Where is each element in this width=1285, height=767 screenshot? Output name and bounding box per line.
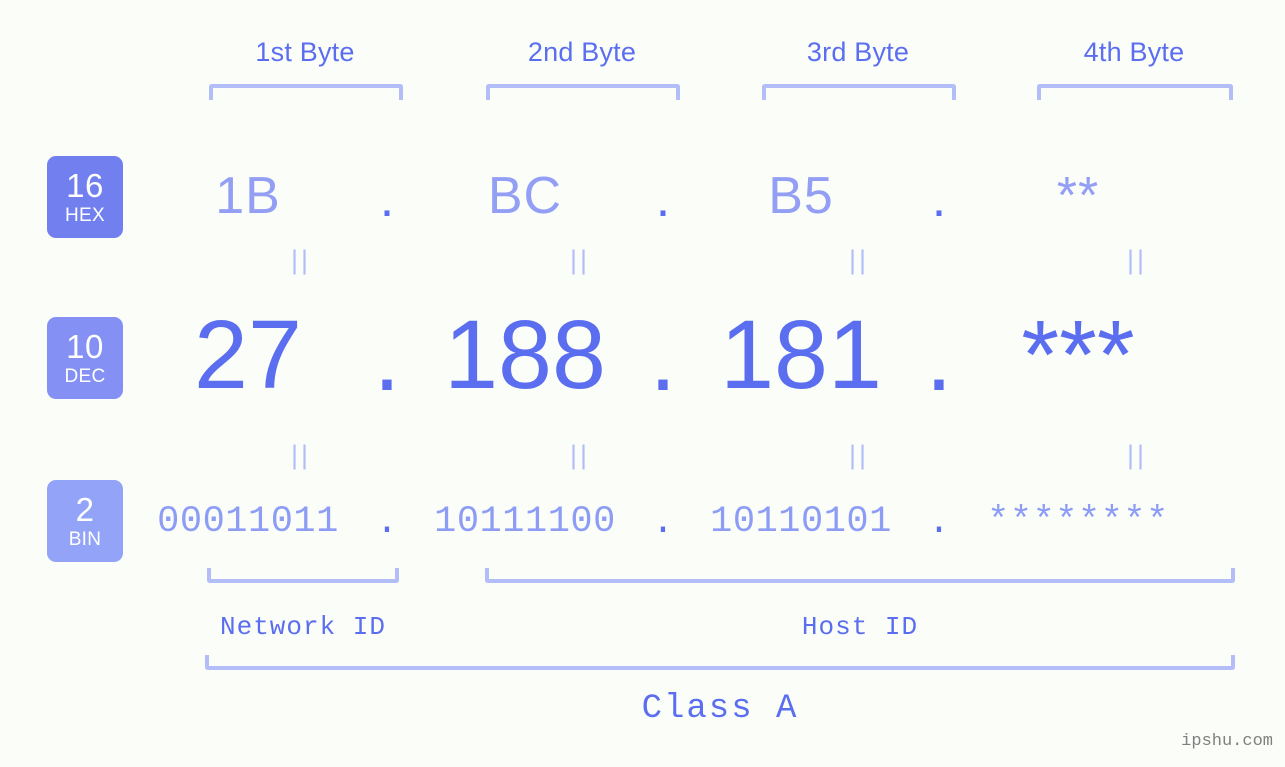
byte-bracket-top-1 bbox=[209, 84, 403, 100]
dec-separator-3: . bbox=[925, 302, 953, 411]
hex-separator-1: . bbox=[379, 170, 395, 228]
dec-separator-1: . bbox=[373, 302, 401, 411]
bin-separator-2: . bbox=[651, 502, 675, 544]
host-id-bracket bbox=[485, 568, 1235, 583]
byte-bracket-top-3 bbox=[762, 84, 956, 100]
base-badge-bin: 2 BIN bbox=[47, 480, 123, 562]
bin-byte-1: 00011011 bbox=[157, 501, 339, 543]
hex-value-row: 1B . BC . B5 . ** bbox=[150, 148, 1285, 244]
byte-header-3: 3rd Byte bbox=[806, 37, 910, 67]
equals-mark-hex-dec-4: || bbox=[1126, 245, 1148, 275]
base-badge-dec-number: 10 bbox=[66, 328, 104, 365]
byte-header-4: 4th Byte bbox=[1083, 37, 1185, 67]
byte-header-2: 2nd Byte bbox=[527, 37, 637, 67]
byte-bracket-top-2 bbox=[486, 84, 680, 100]
base-badge-dec-name: DEC bbox=[64, 366, 106, 387]
hex-separator-2: . bbox=[655, 170, 671, 228]
bin-byte-2: 10111100 bbox=[434, 501, 616, 543]
byte-bracket-top-4 bbox=[1037, 84, 1233, 100]
class-bracket bbox=[205, 655, 1235, 670]
bin-byte-3: 10110101 bbox=[710, 501, 892, 543]
bin-value-row: 00011011 . 10111100 . 10110101 . *******… bbox=[150, 487, 1285, 557]
site-watermark: ipshu.com bbox=[1181, 732, 1273, 751]
base-badge-bin-number: 2 bbox=[75, 491, 95, 528]
base-badge-hex: 16 HEX bbox=[47, 156, 123, 238]
hex-byte-2: BC bbox=[487, 167, 563, 225]
hex-byte-1: 1B bbox=[215, 167, 281, 225]
equals-mark-dec-bin-4: || bbox=[1126, 440, 1148, 470]
equals-mark-hex-dec-3: || bbox=[848, 245, 870, 275]
hex-byte-4: ** bbox=[1056, 167, 1100, 225]
equals-mark-hex-dec-2: || bbox=[569, 245, 591, 275]
base-badge-bin-name: BIN bbox=[68, 529, 102, 550]
equals-mark-dec-bin-1: || bbox=[290, 440, 312, 470]
network-id-label: Network ID bbox=[219, 612, 387, 642]
equals-mark-dec-bin-2: || bbox=[569, 440, 591, 470]
equals-mark-hex-dec-1: || bbox=[290, 245, 312, 275]
network-id-bracket bbox=[207, 568, 399, 583]
bin-separator-3: . bbox=[927, 502, 951, 544]
dec-byte-2: 188 bbox=[444, 300, 606, 409]
hex-byte-3: B5 bbox=[768, 167, 834, 225]
base-badge-hex-name: HEX bbox=[65, 205, 105, 226]
host-id-label: Host ID bbox=[801, 612, 919, 642]
dec-value-row: 27 . 188 . 181 . *** bbox=[150, 290, 1285, 420]
ip-address-breakdown-diagram: 1st Byte 2nd Byte 3rd Byte 4th Byte 16 H… bbox=[0, 0, 1285, 767]
dec-separator-2: . bbox=[649, 302, 677, 411]
hex-separator-3: . bbox=[931, 170, 947, 228]
dec-byte-1: 27 bbox=[194, 300, 302, 409]
bin-byte-4: ******** bbox=[987, 501, 1169, 543]
dec-byte-4: *** bbox=[1021, 300, 1135, 409]
equals-mark-dec-bin-3: || bbox=[848, 440, 870, 470]
bin-separator-1: . bbox=[375, 502, 399, 544]
class-label: Class A bbox=[641, 690, 799, 728]
dec-byte-3: 181 bbox=[720, 300, 882, 409]
base-badge-hex-number: 16 bbox=[66, 167, 104, 204]
byte-header-1: 1st Byte bbox=[255, 37, 355, 67]
base-badge-dec: 10 DEC bbox=[47, 317, 123, 399]
